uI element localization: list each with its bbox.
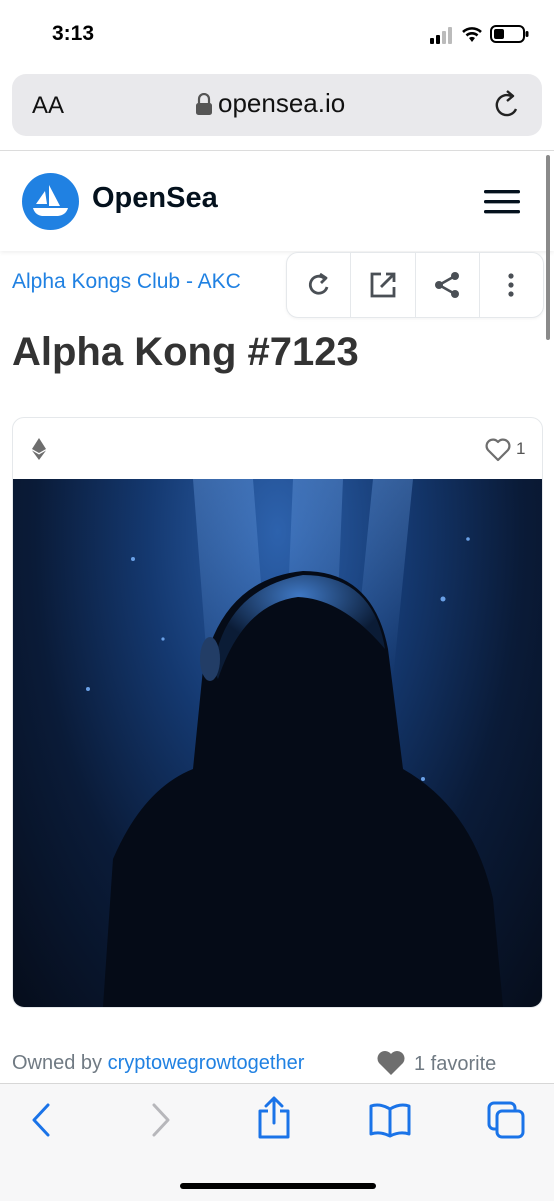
wifi-icon: [462, 27, 482, 42]
more-icon: [508, 273, 514, 297]
forward-icon[interactable]: [150, 1102, 172, 1138]
heart-icon[interactable]: [485, 438, 511, 462]
refresh-icon: [308, 272, 328, 295]
asset-title: Alpha Kong #7123: [12, 330, 359, 374]
text-size-button[interactable]: AA: [32, 92, 64, 120]
address-bar[interactable]: AA opensea.io: [12, 74, 542, 136]
favorites-count: 1 favorite: [414, 1053, 497, 1075]
scrollbar[interactable]: [546, 155, 550, 340]
brand-name[interactable]: OpenSea: [92, 182, 218, 215]
back-icon[interactable]: [30, 1102, 52, 1138]
nft-image[interactable]: [13, 479, 542, 1007]
ship-icon: [33, 185, 68, 216]
heart-filled-icon: [377, 1051, 405, 1075]
menu-icon[interactable]: [484, 189, 520, 215]
status-bar: 3:13: [0, 0, 554, 70]
refresh-button[interactable]: [287, 253, 352, 317]
kong-artwork: [86, 479, 503, 1007]
owned-by: Owned by cryptowegrowtogether: [12, 1052, 304, 1075]
battery-icon: [490, 25, 529, 43]
url-text[interactable]: opensea.io: [218, 88, 345, 119]
card-header: 1: [13, 418, 542, 478]
owned-by-label: Owned by: [12, 1052, 103, 1074]
favorites: 1 favorite: [376, 1050, 496, 1076]
owner-link[interactable]: cryptowegrowtogether: [108, 1052, 305, 1074]
site-header: OpenSea: [0, 151, 554, 251]
bookmarks-icon[interactable]: [368, 1102, 412, 1138]
collection-link[interactable]: Alpha Kongs Club - AKC: [12, 270, 241, 294]
tabs-icon[interactable]: [486, 1100, 526, 1140]
external-link-icon: [370, 272, 396, 298]
share-sheet-icon[interactable]: [256, 1096, 292, 1140]
lock-icon: [196, 93, 212, 115]
share-button[interactable]: [416, 253, 480, 317]
external-link-button[interactable]: [351, 253, 416, 317]
opensea-logo[interactable]: [22, 173, 79, 230]
asset-card: 1: [12, 417, 543, 1008]
asset-actions: [286, 252, 544, 318]
share-icon: [435, 272, 460, 298]
status-time: 3:13: [52, 22, 95, 45]
like-count: 1: [516, 439, 526, 458]
more-button[interactable]: [480, 253, 543, 317]
home-indicator: [180, 1183, 376, 1189]
signal-icon: [430, 27, 452, 44]
reload-icon[interactable]: [494, 90, 522, 120]
ethereum-icon: [32, 438, 46, 460]
